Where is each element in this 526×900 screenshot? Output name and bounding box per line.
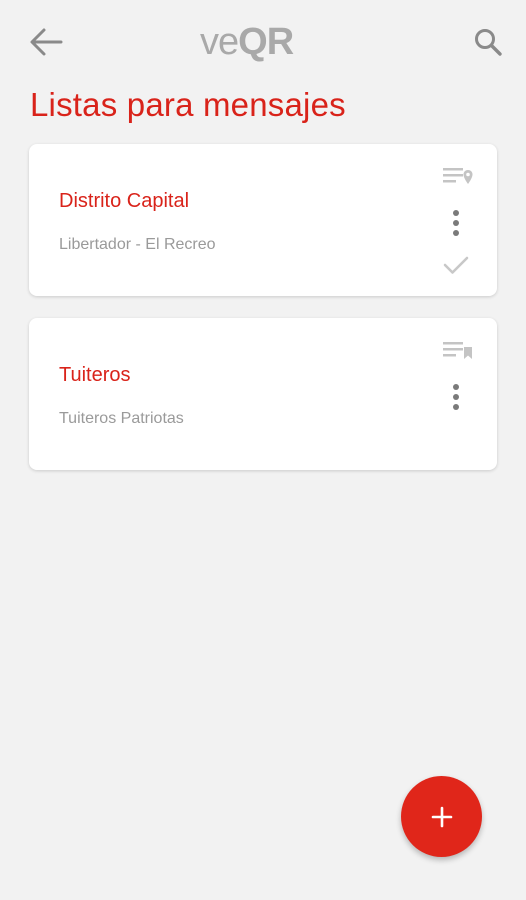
list-card[interactable]: Tuiteros Tuiteros Patriotas bbox=[29, 318, 497, 470]
logo-qr-text: QR bbox=[238, 21, 294, 63]
search-icon bbox=[475, 29, 502, 56]
list-subtitle: Tuiteros Patriotas bbox=[59, 410, 184, 427]
list-menu-button[interactable] bbox=[441, 378, 471, 416]
app-bar: ve QR bbox=[0, 0, 526, 84]
more-vertical-icon bbox=[453, 384, 459, 410]
list-card[interactable]: Distrito Capital Libertador - El Recreo bbox=[29, 144, 497, 296]
app-logo: ve QR bbox=[200, 20, 320, 64]
list-subtitle: Libertador - El Recreo bbox=[59, 236, 216, 253]
add-list-button[interactable] bbox=[401, 776, 482, 857]
list-menu-button[interactable] bbox=[441, 204, 471, 242]
page-title: Listas para mensajes bbox=[30, 86, 346, 123]
check-icon bbox=[443, 256, 469, 274]
search-button[interactable] bbox=[468, 22, 508, 62]
plus-icon bbox=[431, 806, 452, 827]
list-title: Tuiteros bbox=[59, 364, 131, 386]
back-button[interactable] bbox=[26, 22, 66, 62]
list-title: Distrito Capital bbox=[59, 190, 190, 212]
more-vertical-icon bbox=[453, 210, 459, 236]
arrow-left-icon bbox=[30, 28, 63, 56]
list-location-icon bbox=[443, 168, 473, 184]
list-bookmark-icon bbox=[443, 342, 472, 359]
logo-ve-text: ve bbox=[200, 21, 239, 63]
